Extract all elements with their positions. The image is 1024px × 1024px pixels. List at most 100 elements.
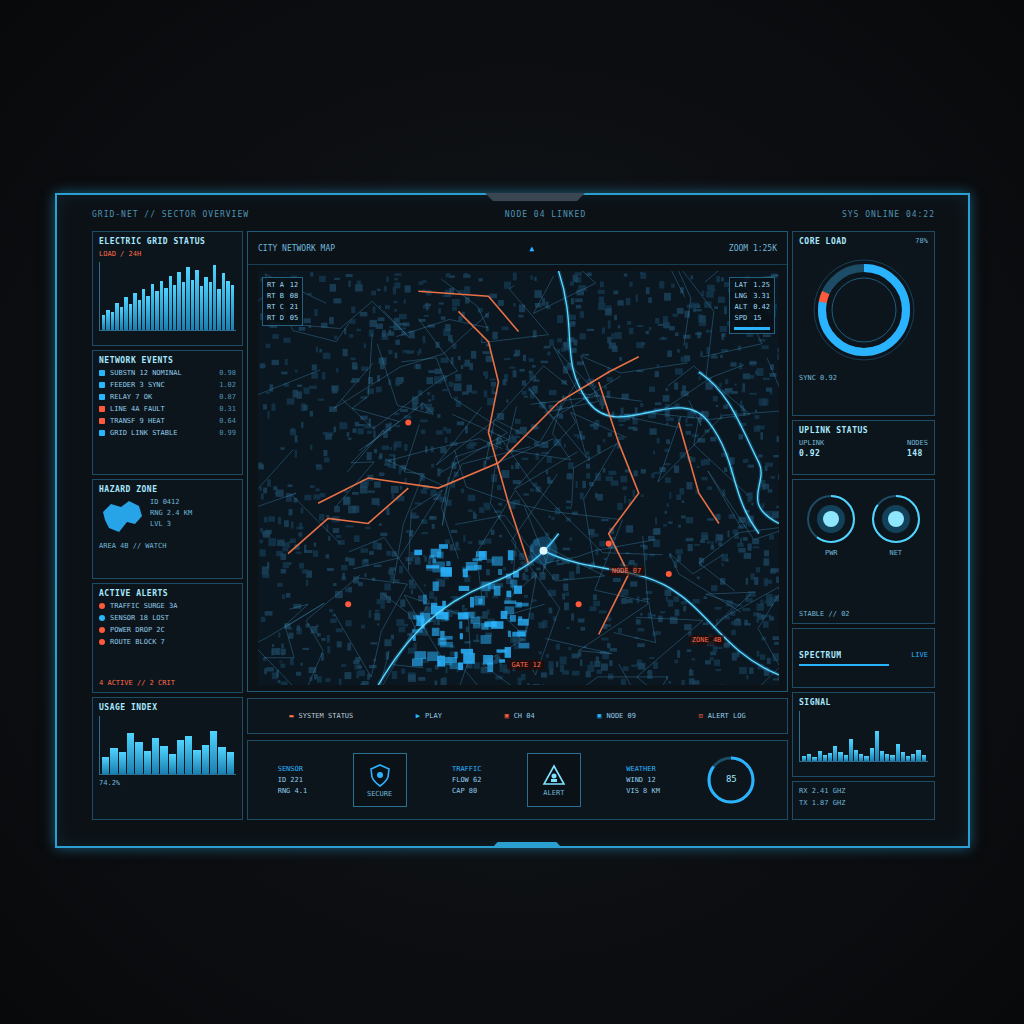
chart-bar [127, 733, 134, 774]
chart-bar [110, 748, 117, 774]
dial-label: NET [889, 549, 902, 557]
chart-bar [155, 291, 158, 330]
status-dot [99, 418, 105, 424]
hazard-reading: LVL 3 [150, 520, 192, 528]
info-label: ALT [734, 303, 747, 311]
tile-row: SENSORID 221RNG 4.1SECURETRAFFICFLOW 62C… [247, 740, 788, 820]
map-zoom: ZOOM 1:25K [729, 244, 777, 253]
map-header: CITY NETWORK MAP▲ZOOM 1:25K [248, 232, 787, 265]
chart-bar [195, 270, 198, 330]
chart-bar [120, 307, 123, 330]
dial: NET [870, 493, 922, 557]
main-grid: ELECTRIC GRID STATUSLOAD / 24HNETWORK EV… [92, 231, 935, 820]
chart-bar [204, 277, 207, 330]
tile-title: SECURE [367, 790, 392, 798]
control-label: SYSTEM STATUS [298, 712, 353, 720]
chart-bar [144, 751, 151, 774]
info-value: 15 [753, 314, 761, 322]
legend-row: RT C21 [267, 303, 298, 311]
control-strip: ▬SYSTEM STATUS ▶PLAY ▣CH 04 ▣NODE 09 ⊡ALERT … [247, 698, 788, 734]
chart-bar [142, 289, 145, 330]
frame-notch [485, 193, 585, 201]
dial-icon [805, 493, 857, 545]
uplink-label: UPLINK [799, 439, 824, 447]
status-dot [99, 394, 105, 400]
chart-bar [202, 745, 209, 774]
map-body: RT A12RT B08RT C21RT D05LAT1.25LNG3.31AL… [248, 265, 787, 691]
hazard-reading: RNG 2.4 KM [150, 509, 192, 517]
map-marker: GATE 12 [508, 660, 544, 670]
panel-title: SIGNAL [799, 698, 928, 707]
load-panel: ELECTRIC GRID STATUSLOAD / 24H [92, 231, 243, 346]
core-footer: SYNC 0.92 [799, 374, 928, 382]
dial-icon [870, 493, 922, 545]
city-map [258, 271, 779, 685]
event-value: 0.87 [219, 393, 236, 401]
status-dot [99, 382, 105, 388]
core-value: 78% [915, 237, 928, 246]
top-header: GRID-NET // SECTOR OVERVIEWNODE 04 LINKE… [92, 203, 935, 225]
control-item[interactable]: ▬SYSTEM STATUS [289, 712, 353, 720]
control-item[interactable]: ⊡ALERT LOG [699, 712, 746, 720]
chart-bar [922, 755, 926, 761]
control-item[interactable]: ▶PLAY [416, 712, 442, 720]
alert-row: ROUTE BLOCK 7 [99, 638, 236, 646]
left-column: ELECTRIC GRID STATUSLOAD / 24HNETWORK EV… [92, 231, 243, 820]
core-gauge [804, 250, 924, 370]
center-column: CITY NETWORK MAP▲ZOOM 1:25KRT A12RT B08R… [247, 231, 788, 820]
readout-tile: WEATHERWIND 12VIS 8 KM [626, 765, 660, 795]
info-bar [734, 327, 770, 330]
legend-value: 05 [290, 314, 298, 322]
event-label: RELAY 7 OK [110, 393, 152, 401]
control-label: PLAY [425, 712, 442, 720]
legend-value: 08 [290, 292, 298, 300]
tile-line: RNG 4.1 [278, 787, 308, 795]
event-value: 0.99 [219, 429, 236, 437]
status-dot [99, 627, 105, 633]
chart-bar [226, 281, 229, 330]
legend-value: 21 [290, 303, 298, 311]
chart-bar [833, 746, 837, 761]
map-panel: CITY NETWORK MAP▲ZOOM 1:25KRT A12RT B08R… [247, 231, 788, 692]
panel-title: UPLINK STATUS [799, 426, 928, 435]
core-fill [822, 268, 906, 352]
event-value: 1.02 [219, 381, 236, 389]
chart-bar [823, 755, 827, 761]
map-marker: ZONE 4B [689, 635, 725, 645]
hazard-body: ID 0412RNG 2.4 KMLVL 3 [99, 498, 236, 538]
shield-icon [369, 763, 391, 787]
chart-bar [169, 276, 172, 330]
panel-subtitle: LOAD / 24H [99, 250, 236, 258]
freq-line: RX 2.41 GHZ [799, 787, 928, 795]
info-label: LAT [734, 281, 747, 289]
readout-tile: TRAFFICFLOW 62CAP 80 [452, 765, 482, 795]
hazard-panel: HAZARD ZONEID 0412RNG 2.4 KMLVL 3AREA 4B… [92, 479, 243, 579]
hud-frame: GRID-NET // SECTOR OVERVIEWNODE 04 LINKE… [55, 193, 970, 848]
chart-bar [838, 752, 842, 761]
map-legend: RT A12RT B08RT C21RT D05 [262, 277, 303, 326]
info-value: 0.42 [753, 303, 770, 311]
uplink-panel: UPLINK STATUSUPLINK0.92NODES148 [792, 420, 935, 475]
uplink-value: 148 [907, 449, 928, 458]
event-label: LINE 4A FAULT [110, 405, 165, 413]
map-marker: NODE 07 [609, 566, 645, 576]
spectrum-line [799, 664, 889, 666]
tile-line: VIS 8 KM [626, 787, 660, 795]
legend-label: RT A [267, 281, 284, 289]
chart-bar [896, 744, 900, 761]
chart-bar [854, 750, 858, 761]
status-label: LIVE [911, 651, 928, 660]
chart-bar [812, 757, 816, 761]
control-item[interactable]: ▣CH 04 [504, 712, 534, 720]
chart-bar [227, 752, 234, 774]
tile-title: ALERT [543, 789, 564, 797]
chart-bar [231, 285, 234, 330]
chart-bar [209, 282, 212, 330]
control-item[interactable]: ▣NODE 09 [597, 712, 636, 720]
chart-bar [186, 267, 189, 330]
badge-tile[interactable]: SECURE [353, 753, 407, 807]
map-view[interactable]: RT A12RT B08RT C21RT D05LAT1.25LNG3.31AL… [258, 271, 779, 685]
badge-tile[interactable]: ALERT [527, 753, 581, 807]
info-row: LAT1.25 [734, 281, 770, 289]
chart-bar [119, 752, 126, 774]
